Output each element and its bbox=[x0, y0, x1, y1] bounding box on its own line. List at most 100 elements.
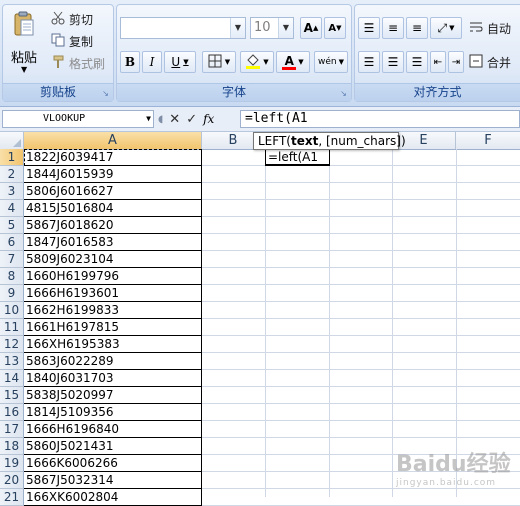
cell-a[interactable]: 5806J6016627 bbox=[24, 183, 202, 200]
italic-icon: I bbox=[149, 55, 155, 69]
cell-a[interactable]: 1666H6196840 bbox=[24, 421, 202, 438]
align-bottom-button[interactable]: ≡ bbox=[406, 17, 428, 39]
wrap-text-label: 自动 bbox=[487, 21, 512, 36]
italic-button[interactable]: I bbox=[142, 51, 162, 73]
cell-a[interactable]: 166XK6002804 bbox=[24, 489, 202, 506]
fill-color-button[interactable]: ▼ bbox=[240, 51, 274, 73]
align-top-icon: ☰ bbox=[363, 21, 375, 35]
row-header[interactable]: 2 bbox=[0, 166, 24, 183]
row-header[interactable]: 15 bbox=[0, 387, 24, 404]
row-header[interactable]: 4 bbox=[0, 200, 24, 217]
copy-button[interactable]: 复制 bbox=[51, 31, 93, 51]
format-painter-button[interactable]: 格式刷 bbox=[51, 53, 105, 73]
grid-row-line bbox=[202, 216, 520, 217]
row-header[interactable]: 12 bbox=[0, 336, 24, 353]
splitter-handle-icon[interactable]: ◖ bbox=[158, 114, 163, 125]
font-size-dropdown-icon[interactable]: ▼ bbox=[278, 18, 293, 38]
name-box[interactable]: VLOOKUP ▼ bbox=[2, 110, 154, 128]
select-all-corner[interactable] bbox=[0, 132, 24, 149]
cell-a[interactable]: 5838J5020997 bbox=[24, 387, 202, 404]
cell-a[interactable]: 1814J5109356 bbox=[24, 404, 202, 421]
name-box-dropdown-icon[interactable]: ▼ bbox=[146, 111, 151, 127]
column-header-a[interactable]: A bbox=[24, 132, 202, 149]
font-dialog-launcher-icon[interactable]: ↘ bbox=[339, 89, 348, 98]
cell-a[interactable]: 1660H6199796 bbox=[24, 268, 202, 285]
active-cell-c1[interactable]: =left(A1 bbox=[265, 149, 330, 166]
cell-a[interactable]: 1847J6016583 bbox=[24, 234, 202, 251]
cut-button[interactable]: 剪切 bbox=[51, 9, 93, 29]
formula-controls: ◖ ✕ ✓ fx bbox=[158, 110, 238, 128]
font-color-icon: A bbox=[282, 55, 297, 70]
row-header[interactable]: 18 bbox=[0, 438, 24, 455]
underline-button[interactable]: U ▼ bbox=[164, 51, 196, 73]
row-header[interactable]: 13 bbox=[0, 353, 24, 370]
row-header[interactable]: 1 bbox=[0, 149, 24, 166]
cell-a[interactable]: 1666H6193601 bbox=[24, 285, 202, 302]
enter-icon[interactable]: ✓ bbox=[186, 112, 197, 127]
shrink-font-button[interactable]: A ▼ bbox=[324, 17, 346, 39]
row-header[interactable]: 10 bbox=[0, 302, 24, 319]
grid-row-line bbox=[202, 182, 520, 183]
font-name-dropdown-icon[interactable]: ▼ bbox=[230, 18, 245, 38]
grid-row-line bbox=[202, 352, 520, 353]
row-header[interactable]: 14 bbox=[0, 370, 24, 387]
paste-button[interactable]: 粘贴 ▼ bbox=[9, 9, 41, 75]
cell-a[interactable]: 4815J5016804 bbox=[24, 200, 202, 217]
font-name-combo[interactable]: ▼ bbox=[120, 17, 246, 39]
cell-a[interactable]: 5860J5021431 bbox=[24, 438, 202, 455]
row-header[interactable]: 6 bbox=[0, 234, 24, 251]
cell-a[interactable]: 1840J6031703 bbox=[24, 370, 202, 387]
align-top-button[interactable]: ☰ bbox=[358, 17, 380, 39]
merge-center-button[interactable]: 合并 bbox=[469, 52, 511, 72]
alignment-group: ☰ ≡ ≡ ⤢ ▼ 自动 ☰ ☰ ☰ ⇤ ⇥ 合并 对齐方式 bbox=[354, 4, 520, 102]
row-header[interactable]: 17 bbox=[0, 421, 24, 438]
cell-a[interactable]: 1844J6015939 bbox=[24, 166, 202, 183]
cell-a[interactable]: 1661H6197815 bbox=[24, 319, 202, 336]
cell-a[interactable]: 1662H6199833 bbox=[24, 302, 202, 319]
cell-a[interactable]: 166XH6195383 bbox=[24, 336, 202, 353]
ribbon: 粘贴 ▼ 剪切 复制 格式刷 剪贴板 ↘ ▼ 10 ▼ A ▲ A ▼ B I … bbox=[0, 0, 520, 107]
cell-a[interactable]: 5863J6022289 bbox=[24, 353, 202, 370]
row-header[interactable]: 5 bbox=[0, 217, 24, 234]
clipboard-dialog-launcher-icon[interactable]: ↘ bbox=[101, 89, 110, 98]
row-header[interactable]: 19 bbox=[0, 455, 24, 472]
align-middle-button[interactable]: ≡ bbox=[382, 17, 404, 39]
column-header-f[interactable]: F bbox=[456, 132, 520, 149]
font-color-button[interactable]: A ▼ bbox=[276, 51, 310, 73]
cell-a[interactable]: 5867J5032314 bbox=[24, 472, 202, 489]
grid-row-line bbox=[202, 267, 520, 268]
phonetic-guide-button[interactable]: wén ▼ bbox=[314, 51, 348, 73]
row-header[interactable]: 20 bbox=[0, 472, 24, 489]
watermark-sub-text: jingyan.baidu.com bbox=[396, 478, 497, 488]
bold-button[interactable]: B bbox=[120, 51, 140, 73]
formula-input[interactable]: =left(A1 bbox=[240, 110, 520, 128]
cancel-icon[interactable]: ✕ bbox=[169, 112, 180, 127]
align-left-button[interactable]: ☰ bbox=[358, 51, 380, 73]
row-header[interactable]: 21 bbox=[0, 489, 24, 506]
orientation-button[interactable]: ⤢ ▼ bbox=[430, 17, 462, 39]
row-header[interactable]: 16 bbox=[0, 404, 24, 421]
align-right-button[interactable]: ☰ bbox=[406, 51, 428, 73]
row-header[interactable]: 7 bbox=[0, 251, 24, 268]
align-center-button[interactable]: ☰ bbox=[382, 51, 404, 73]
grow-font-button[interactable]: A ▲ bbox=[300, 17, 322, 39]
grow-font-icon: A bbox=[303, 21, 313, 35]
row-header[interactable]: 3 bbox=[0, 183, 24, 200]
cell-a[interactable]: 5809J6023104 bbox=[24, 251, 202, 268]
grid-row-line bbox=[202, 199, 520, 200]
align-center-icon: ☰ bbox=[387, 55, 399, 69]
cell-a[interactable]: 5867J6018620 bbox=[24, 217, 202, 234]
increase-indent-button[interactable]: ⇥ bbox=[448, 51, 464, 73]
font-size-combo[interactable]: 10 ▼ bbox=[250, 17, 294, 39]
wrap-text-button[interactable]: 自动 bbox=[469, 18, 511, 38]
row-header[interactable]: 11 bbox=[0, 319, 24, 336]
row-header[interactable]: 9 bbox=[0, 285, 24, 302]
decrease-indent-button[interactable]: ⇤ bbox=[430, 51, 446, 73]
cell-a[interactable]: 1666K6006266 bbox=[24, 455, 202, 472]
insert-function-icon[interactable]: fx bbox=[203, 112, 214, 126]
shrink-font-icon: A bbox=[328, 22, 337, 34]
row-header[interactable]: 8 bbox=[0, 268, 24, 285]
borders-button[interactable]: ▼ bbox=[202, 51, 236, 73]
paste-dropdown-icon[interactable]: ▼ bbox=[21, 65, 27, 74]
function-tooltip[interactable]: LEFT(text, [num_chars]) bbox=[253, 132, 406, 150]
